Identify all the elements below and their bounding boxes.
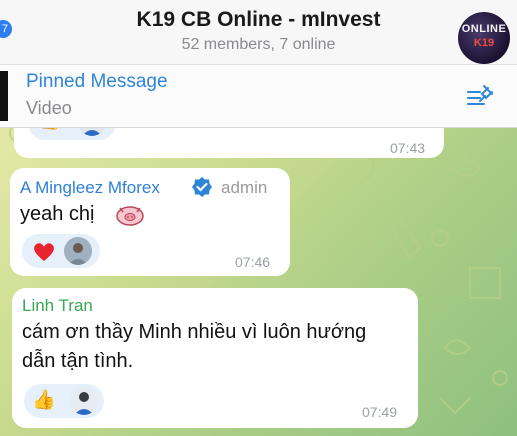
thumbs-up-icon: 👍 [32, 390, 56, 411]
pig-emoji-icon [116, 206, 144, 226]
chat-message-area[interactable]: 👍 07:43 A Mingleez Mforex admin yeah chị [0, 128, 517, 436]
person-icon [74, 392, 94, 415]
message-timestamp: 07:43 [390, 140, 426, 156]
avatar-text-k19: K19 [473, 37, 495, 49]
message-bubble-1[interactable]: 👍 07:43 [14, 128, 444, 158]
person-icon [82, 130, 102, 136]
person-icon [64, 237, 92, 265]
pinned-list-icon[interactable] [466, 84, 496, 108]
message-bubble-2[interactable]: A Mingleez Mforex admin yeah chị 07:46 [10, 168, 290, 276]
reaction-pill[interactable] [22, 234, 100, 268]
avatar-text-online: ONLINE [461, 23, 507, 35]
reactor-avatar [78, 128, 106, 136]
pinned-video-thumbnail [0, 71, 8, 121]
message-timestamp: 07:49 [362, 404, 398, 420]
message-text-line-2: dẫn tận tình. [22, 350, 134, 372]
message-timestamp: 07:46 [235, 254, 271, 270]
pinned-message-bar[interactable]: Pinned Message Video [0, 64, 517, 128]
message-text: yeah chị [20, 203, 95, 225]
pinned-message-title: Pinned Message [26, 71, 168, 92]
reactor-avatar [64, 237, 92, 265]
chat-member-status: 52 members, 7 online [181, 36, 336, 53]
sender-name[interactable]: A Mingleez Mforex [20, 178, 160, 198]
message-bubble-3[interactable]: Linh Tran cám ơn thầy Minh nhiều vì luôn… [12, 288, 418, 428]
group-avatar[interactable]: ONLINE K19 [458, 12, 510, 64]
admin-role-label: admin [221, 178, 268, 197]
message-text-line-1: cám ơn thầy Minh nhiều vì luôn hướng [22, 321, 367, 343]
thumbs-up-icon: 👍 [38, 128, 62, 132]
pinned-message-preview: Video [26, 98, 72, 118]
reactor-avatar [70, 387, 98, 415]
chat-header: 7 K19 CB Online - mInvest 52 members, 7 … [0, 0, 517, 64]
red-heart-icon [34, 243, 54, 261]
sender-name[interactable]: Linh Tran [22, 296, 93, 316]
reaction-pill[interactable]: 👍 [28, 128, 116, 140]
verified-badge-icon [192, 177, 212, 197]
chat-title[interactable]: K19 CB Online - mInvest [0, 8, 517, 32]
reaction-pill[interactable]: 👍 [24, 384, 104, 418]
